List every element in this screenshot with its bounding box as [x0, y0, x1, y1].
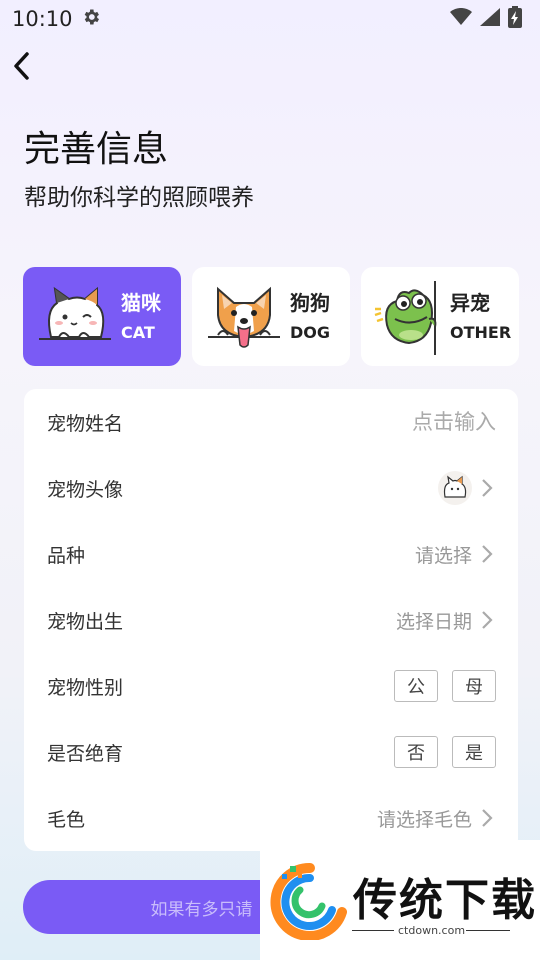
wifi-icon: [450, 7, 472, 30]
watermark-text: 传统下载: [353, 875, 537, 926]
pet-name-input[interactable]: [296, 410, 496, 434]
neutered-option-yes[interactable]: 是: [452, 736, 496, 768]
neutered-label: 是否绝育: [47, 742, 124, 765]
page-subtitle: 帮助你科学的照顾喂养: [24, 185, 254, 211]
birth-label: 宠物出生: [47, 610, 124, 633]
gender-row: 宠物性别 公 母: [24, 653, 518, 719]
back-button[interactable]: [6, 52, 36, 84]
cell-signal-icon: [480, 8, 500, 30]
avatar[interactable]: [438, 471, 472, 505]
pet-type-name: 猫咪: [121, 291, 161, 315]
cat-illustration-icon: [35, 281, 115, 355]
coat-color-value: 请选择毛色: [376, 808, 472, 831]
watermark-line-right: [466, 930, 510, 931]
pet-type-en: DOG: [290, 323, 331, 342]
pet-type-name: 狗狗: [290, 291, 330, 315]
settings-gear-icon: [81, 7, 101, 32]
pet-avatar-label: 宠物头像: [47, 478, 124, 501]
status-bar: 10:10: [0, 0, 540, 38]
coat-color-label: 毛色: [47, 808, 86, 831]
pet-type-cat[interactable]: 猫咪 CAT: [23, 267, 181, 366]
pet-type-en: CAT: [121, 323, 155, 342]
gender-label: 宠物性别: [47, 676, 124, 699]
watermark: 传统下载 ctdown.com: [260, 840, 540, 960]
submit-label: 如果有多只请: [150, 899, 253, 920]
chevron-right-icon: [478, 478, 496, 498]
page-title: 完善信息: [24, 129, 169, 170]
gender-option-male[interactable]: 公: [394, 670, 438, 702]
birth-row[interactable]: 宠物出生 选择日期: [24, 587, 518, 653]
dog-illustration-icon: [204, 281, 284, 355]
breed-value: 请选择: [414, 544, 472, 567]
frog-illustration-icon: [373, 281, 453, 355]
pet-name-label: 宠物姓名: [47, 412, 124, 435]
pet-type-name: 异宠: [450, 291, 490, 315]
gender-option-female[interactable]: 母: [452, 670, 496, 702]
pet-type-en: OTHER: [450, 323, 512, 342]
watermark-url: ctdown.com: [398, 924, 466, 937]
chevron-left-icon: [12, 52, 30, 84]
pet-type-selector: 猫咪 CAT 狗狗 DOG 异宠 OTHER: [23, 267, 519, 366]
neutered-option-no[interactable]: 否: [394, 736, 438, 768]
site-logo-icon: [270, 862, 350, 941]
breed-row[interactable]: 品种 请选择: [24, 521, 518, 587]
pet-name-row[interactable]: 宠物姓名: [24, 389, 518, 455]
chevron-right-icon: [478, 610, 496, 630]
pet-info-form: 宠物姓名 宠物头像 品种 请选择 宠物出生: [24, 389, 518, 851]
pet-type-other[interactable]: 异宠 OTHER: [361, 267, 519, 366]
battery-icon: [508, 6, 522, 32]
neutered-row: 是否绝育 否 是: [24, 719, 518, 785]
status-time: 10:10: [12, 7, 73, 31]
pet-avatar-row[interactable]: 宠物头像: [24, 455, 518, 521]
birth-value: 选择日期: [395, 610, 472, 633]
breed-label: 品种: [47, 544, 86, 567]
chevron-right-icon: [478, 544, 496, 564]
pet-type-dog[interactable]: 狗狗 DOG: [192, 267, 350, 366]
watermark-line-left: [352, 930, 394, 931]
chevron-right-icon: [478, 808, 496, 828]
